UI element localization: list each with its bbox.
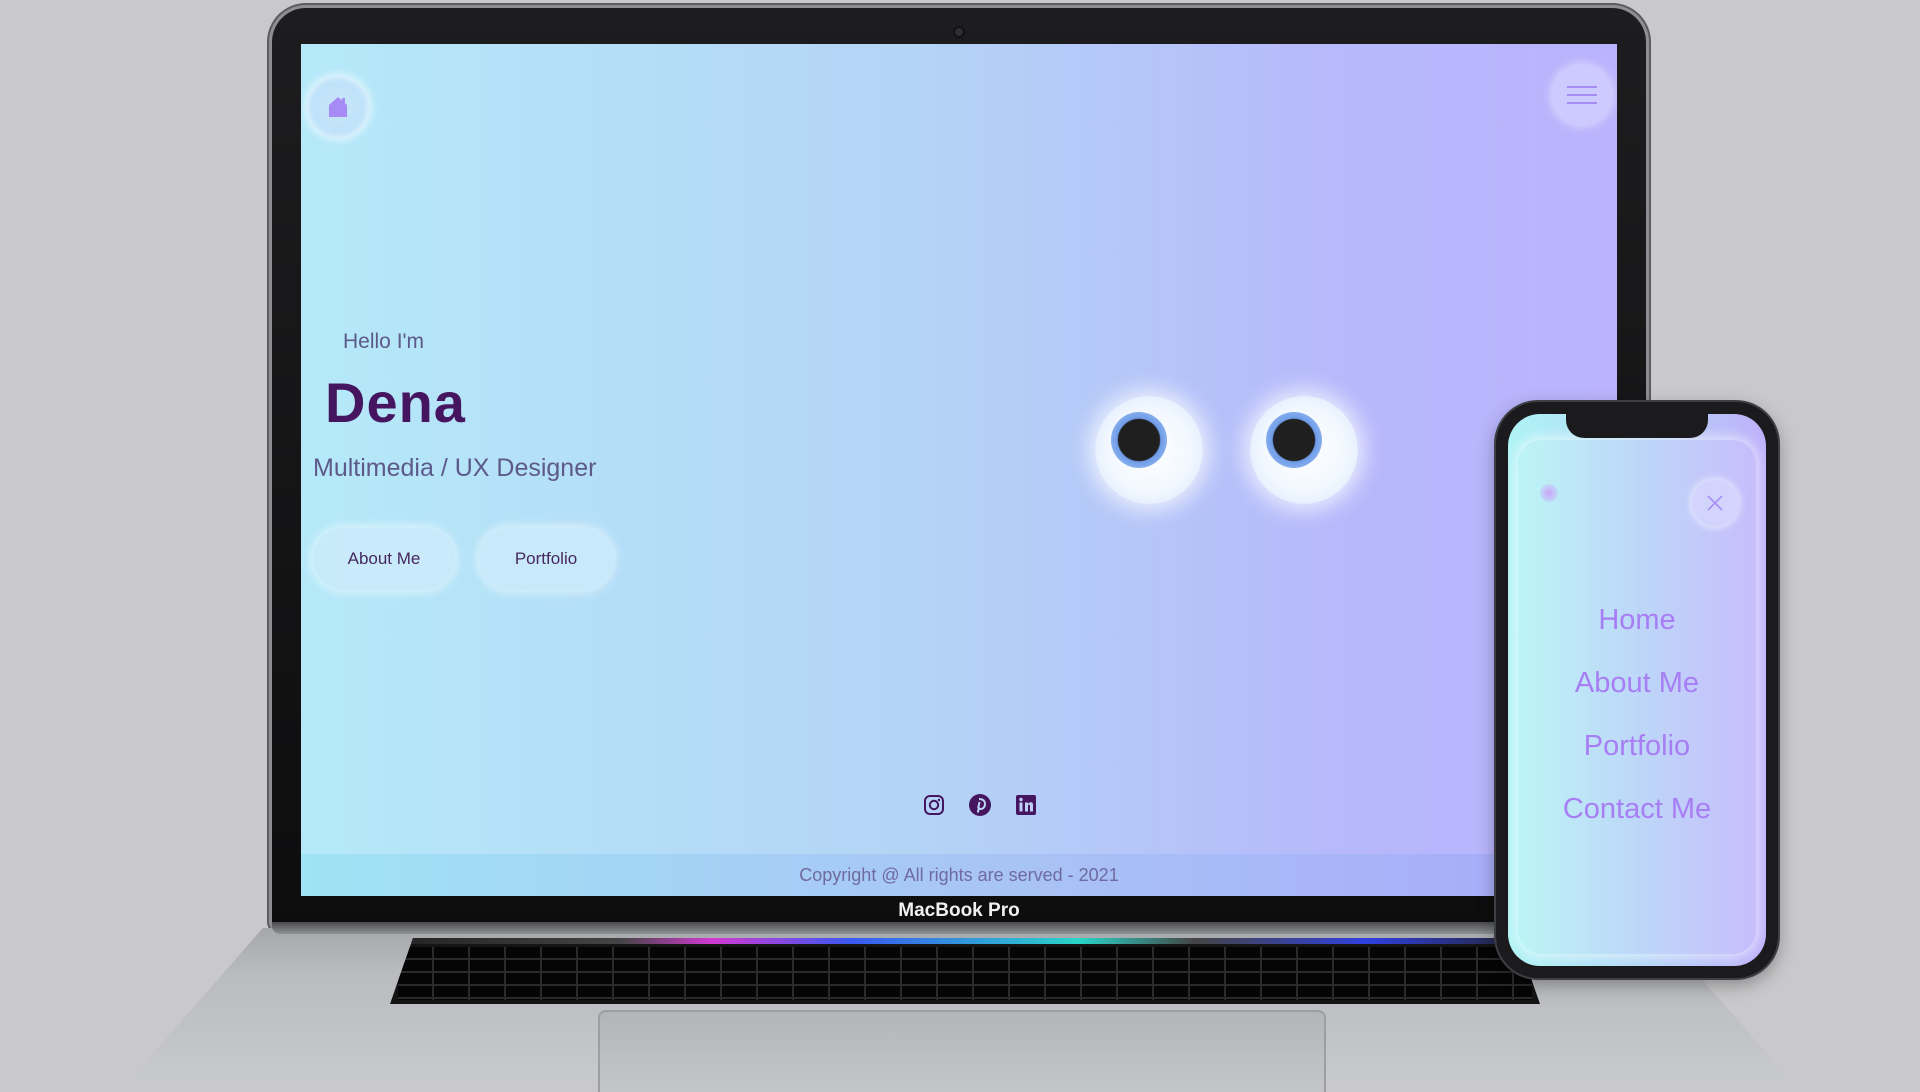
mobile-nav-home[interactable]: Home xyxy=(1518,602,1756,639)
about-me-button[interactable]: About Me xyxy=(313,528,455,590)
linkedin-icon xyxy=(1016,795,1036,815)
mobile-nav: Home About Me Portfolio Contact Me xyxy=(1518,602,1756,854)
social-links xyxy=(921,792,1039,818)
laptop-screen: Hello I'm Dena Multimedia / UX Designer … xyxy=(301,44,1617,896)
webcam xyxy=(955,28,963,36)
instagram-icon xyxy=(924,795,944,815)
mobile-logo[interactable] xyxy=(1540,484,1558,502)
close-icon xyxy=(1707,495,1723,511)
phone-notch xyxy=(1566,414,1708,438)
linkedin-link[interactable] xyxy=(1013,792,1039,818)
portfolio-button[interactable]: Portfolio xyxy=(479,528,613,590)
laptop-hinge xyxy=(272,922,1646,934)
mobile-menu-panel: Home About Me Portfolio Contact Me xyxy=(1518,440,1756,954)
eye-left xyxy=(1095,396,1203,504)
keyboard xyxy=(390,938,1540,1004)
phone-screen: Home About Me Portfolio Contact Me xyxy=(1508,414,1766,966)
mobile-nav-contact-me[interactable]: Contact Me xyxy=(1518,791,1756,828)
keyboard-keys xyxy=(398,947,1532,1000)
pinterest-icon xyxy=(969,794,991,816)
phone: Home About Me Portfolio Contact Me xyxy=(1496,402,1778,978)
touch-bar xyxy=(390,938,1540,944)
hamburger-menu-button[interactable] xyxy=(1553,66,1611,124)
home-logo-button[interactable] xyxy=(307,76,369,138)
instagram-link[interactable] xyxy=(921,792,947,818)
house-icon xyxy=(329,97,347,117)
close-menu-button[interactable] xyxy=(1692,480,1738,526)
pinterest-link[interactable] xyxy=(967,792,993,818)
laptop: Hello I'm Dena Multimedia / UX Designer … xyxy=(272,8,1646,928)
site-footer: Copyright @ All rights are served - 2021 xyxy=(301,854,1617,896)
eye-right xyxy=(1250,396,1358,504)
eye-pupil xyxy=(1266,412,1322,468)
hero-role: Multimedia / UX Designer xyxy=(313,454,597,482)
eye-pupil xyxy=(1111,412,1167,468)
hamburger-menu-icon xyxy=(1567,86,1597,104)
hero-greeting: Hello I'm xyxy=(343,330,425,353)
mobile-nav-portfolio[interactable]: Portfolio xyxy=(1518,728,1756,765)
hero-name: Dena xyxy=(325,371,466,434)
mobile-nav-about-me[interactable]: About Me xyxy=(1518,665,1756,702)
